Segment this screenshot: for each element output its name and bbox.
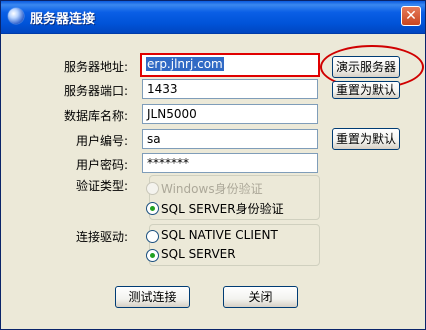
user-id-input[interactable]: sa xyxy=(142,129,318,149)
reset-default-button-2[interactable]: 重置为默认 xyxy=(332,128,400,150)
driver-native-client-label[interactable]: SQL NATIVE CLIENT xyxy=(161,228,278,242)
demo-server-button[interactable]: 演示服务器 xyxy=(332,56,400,78)
database-name-label: 数据库名称: xyxy=(63,109,128,123)
server-port-input[interactable]: 1433 xyxy=(142,79,318,99)
auth-windows-radio xyxy=(146,182,159,195)
test-connection-button[interactable]: 测试连接 xyxy=(115,286,190,308)
server-port-label: 服务器端口: xyxy=(63,84,128,98)
auth-sqlserver-label[interactable]: SQL SERVER身份验证 xyxy=(161,200,284,217)
driver-sqlserver-radio[interactable] xyxy=(146,249,159,262)
user-password-input[interactable]: ******* xyxy=(142,153,318,173)
user-id-label: 用户编号: xyxy=(75,134,128,148)
title-bar[interactable]: 服务器连接 ✕ xyxy=(1,1,425,34)
dialog-body: 服务器地址: erp.jlnrj.com 演示服务器 服务器端口: 1433 重… xyxy=(4,34,424,328)
server-connection-dialog: 服务器连接 ✕ 服务器地址: erp.jlnrj.com 演示服务器 服务器端口… xyxy=(0,0,426,330)
window-title: 服务器连接 xyxy=(30,12,96,27)
connection-driver-group: SQL NATIVE CLIENT SQL SERVER xyxy=(146,224,320,266)
database-name-input[interactable]: JLN5000 xyxy=(142,104,318,124)
close-window-button[interactable]: ✕ xyxy=(401,6,421,26)
driver-native-client-radio[interactable] xyxy=(146,230,159,243)
auth-type-label: 验证类型: xyxy=(75,179,128,193)
driver-sqlserver-label[interactable]: SQL SERVER xyxy=(161,247,236,261)
server-address-value: erp.jlnrj.com xyxy=(146,57,224,71)
auth-windows-label: Windows身份验证 xyxy=(161,182,263,196)
server-address-label: 服务器地址: xyxy=(63,60,128,74)
server-address-input[interactable]: erp.jlnrj.com xyxy=(140,53,320,77)
reset-default-button-1[interactable]: 重置为默认 xyxy=(332,81,400,99)
auth-type-group: Windows身份验证 SQL SERVER身份验证 xyxy=(146,175,320,220)
user-password-label: 用户密码: xyxy=(75,158,128,172)
auth-sqlserver-radio[interactable] xyxy=(146,202,159,215)
app-globe-icon xyxy=(8,8,24,24)
connection-driver-label: 连接驱动: xyxy=(75,230,128,244)
close-button[interactable]: 关闭 xyxy=(223,286,298,308)
